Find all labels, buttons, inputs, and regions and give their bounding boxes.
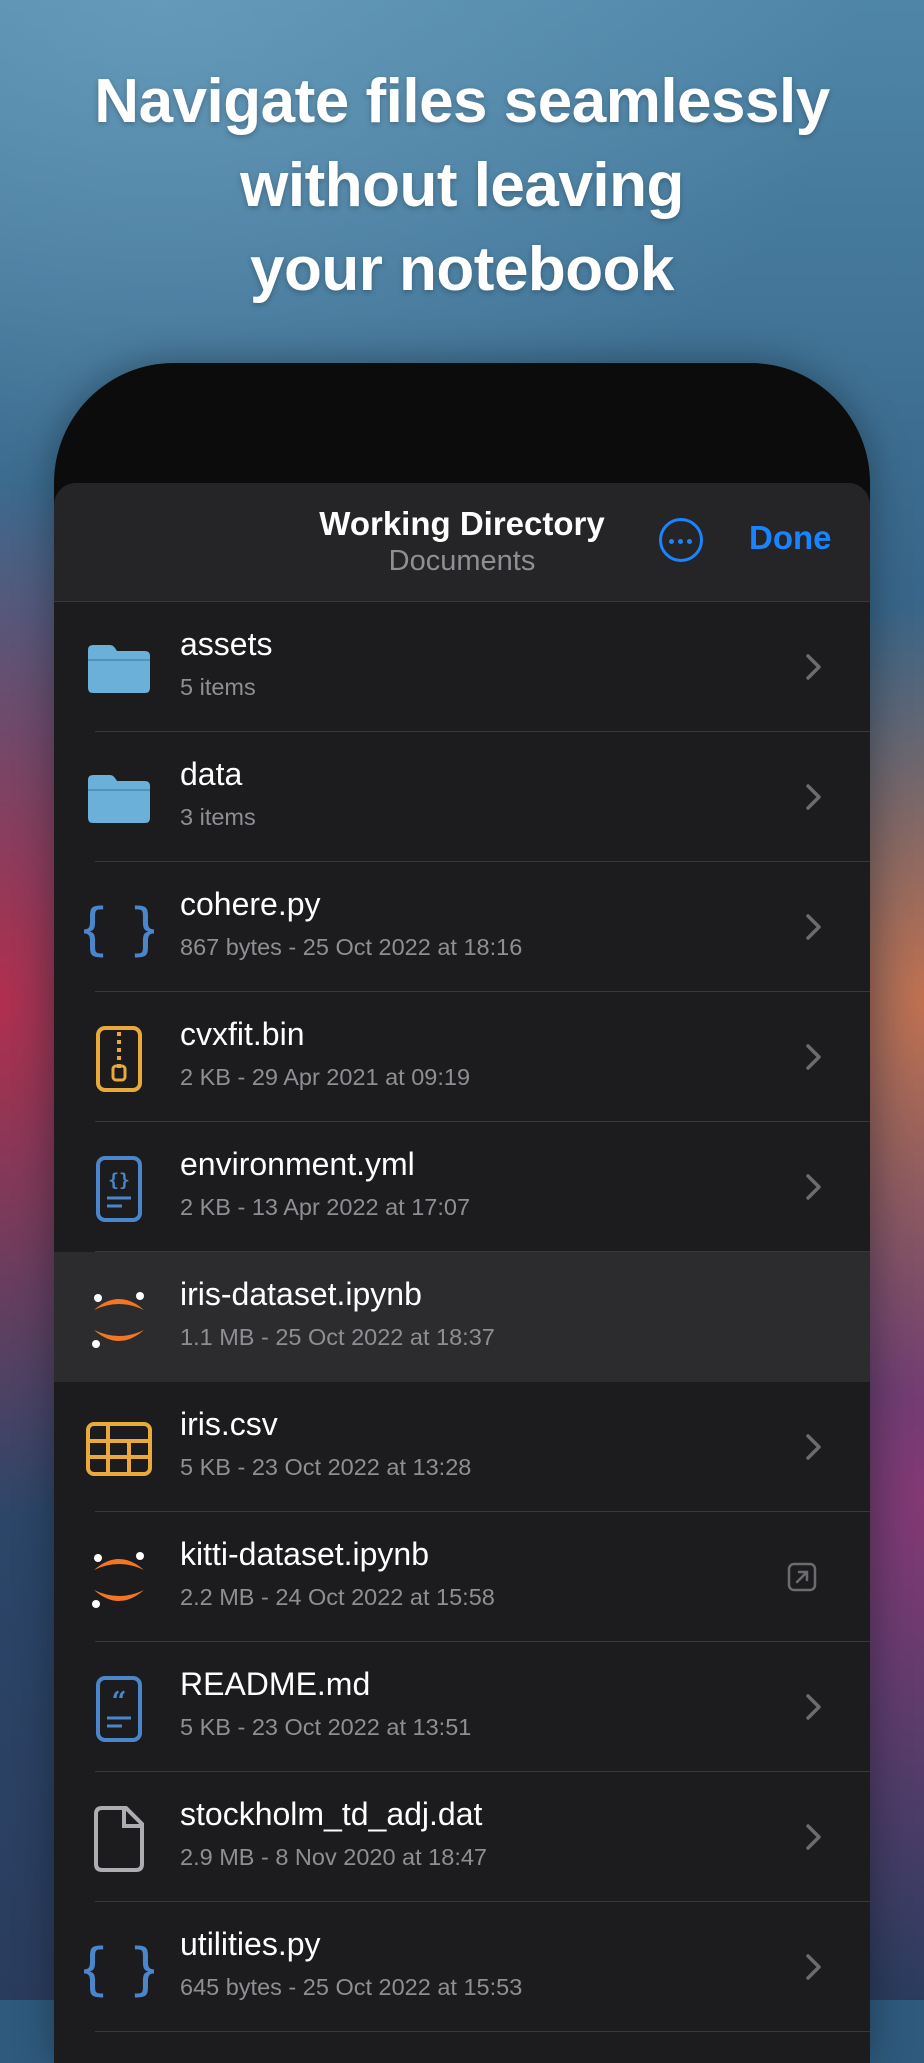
nav-title: Working Directory: [319, 505, 605, 542]
file-name: cohere.py: [180, 886, 321, 922]
file-meta: 5 items: [180, 674, 256, 700]
file-name: README.md: [180, 1666, 371, 1702]
file-meta: 2.9 MB - 8 Nov 2020 at 18:47: [180, 1844, 487, 1870]
file-row[interactable]: assets 5 items: [54, 602, 870, 732]
file-name: data: [180, 756, 243, 792]
headline-line-2: without leaving: [240, 151, 684, 220]
curly-braces-icon: { }: [74, 894, 163, 964]
file-name: kitti-dataset.ipynb: [180, 1536, 430, 1572]
svg-text:“: “: [112, 1687, 127, 1717]
file-row[interactable]: cvxfit.bin 2 KB - 29 Apr 2021 at 09:19: [54, 992, 870, 1122]
headline-line-1: Navigate files seamlessly: [94, 67, 830, 136]
file-name: iris.csv: [180, 1406, 278, 1442]
file-name: iris-dataset.ipynb: [180, 1276, 422, 1312]
svg-text:{ }: { }: [84, 897, 154, 962]
file-row[interactable]: “ README.md 5 KB - 23 Oct 2022 at 13:51: [54, 1642, 870, 1772]
file-name: environment.yml: [180, 1146, 415, 1182]
file-meta: 5 KB - 23 Oct 2022 at 13:51: [180, 1714, 472, 1740]
markdown-document-icon: “: [84, 1674, 154, 1744]
svg-text:{}: {}: [108, 1170, 130, 1191]
file-row[interactable]: {} environment.yml 2 KB - 13 Apr 2022 at 1…: [54, 1122, 870, 1252]
jupyter-icon: [84, 1284, 154, 1354]
file-meta: 5 KB - 23 Oct 2022 at 13:28: [180, 1454, 472, 1480]
file-name: assets: [180, 626, 273, 662]
file-meta: 3 items: [180, 804, 256, 830]
folder-icon: [84, 634, 154, 704]
file-meta: 2 KB - 13 Apr 2022 at 17:07: [180, 1194, 471, 1220]
zip-archive-icon: [84, 1024, 154, 1094]
file-meta: 2.2 MB - 24 Oct 2022 at 15:58: [180, 1584, 495, 1610]
navigation-bar: Working Directory Documents Done: [54, 483, 870, 602]
row-separator: [95, 2031, 870, 2032]
file-row[interactable]: data 3 items: [54, 732, 870, 862]
file-meta: 645 bytes - 25 Oct 2022 at 15:53: [180, 1974, 523, 2000]
curly-braces-icon: { }: [74, 1934, 163, 2004]
headline-line-3: your notebook: [249, 235, 675, 304]
phone-frame: Working Directory Documents Done assets 5…: [54, 363, 870, 2063]
file-name: cvxfit.bin: [180, 1016, 305, 1052]
svg-text:{ }: { }: [84, 1937, 154, 2002]
file-meta: 867 bytes - 25 Oct 2022 at 18:16: [180, 934, 523, 960]
file-name: stockholm_td_adj.dat: [180, 1796, 483, 1832]
file-list: assets 5 items data 3 items { } cohere.py 867 …: [54, 602, 870, 2032]
nav-subtitle: Documents: [388, 545, 536, 577]
file-row[interactable]: kitti-dataset.ipynb 2.2 MB - 24 Oct 2022 …: [54, 1512, 870, 1642]
file-row[interactable]: iris.csv 5 KB - 23 Oct 2022 at 13:28: [54, 1382, 870, 1512]
blank-document-icon: [84, 1804, 154, 1874]
file-meta: 2 KB - 29 Apr 2021 at 09:19: [180, 1064, 471, 1090]
jupyter-icon: [84, 1544, 154, 1614]
file-meta: 1.1 MB - 25 Oct 2022 at 18:37: [180, 1324, 495, 1350]
folder-icon: [84, 764, 154, 834]
table-icon: [84, 1414, 154, 1484]
file-row[interactable]: { } utilities.py 645 bytes - 25 Oct 2022 a…: [54, 1902, 870, 2032]
file-browser-sheet: Working Directory Documents Done assets 5…: [54, 483, 870, 2063]
file-row[interactable]: { } cohere.py 867 bytes - 25 Oct 2022 at 1…: [54, 862, 870, 992]
file-name: utilities.py: [180, 1926, 321, 1962]
done-button[interactable]: Done: [749, 519, 832, 557]
ellipsis-circle-icon[interactable]: [659, 518, 703, 562]
file-row[interactable]: stockholm_td_adj.dat 2.9 MB - 8 Nov 2020 …: [54, 1772, 870, 1902]
config-document-icon: {}: [84, 1154, 154, 1224]
file-row[interactable]: iris-dataset.ipynb 1.1 MB - 25 Oct 2022 a…: [54, 1252, 870, 1382]
headline: Navigate files seamlessly without leavin…: [0, 60, 924, 312]
